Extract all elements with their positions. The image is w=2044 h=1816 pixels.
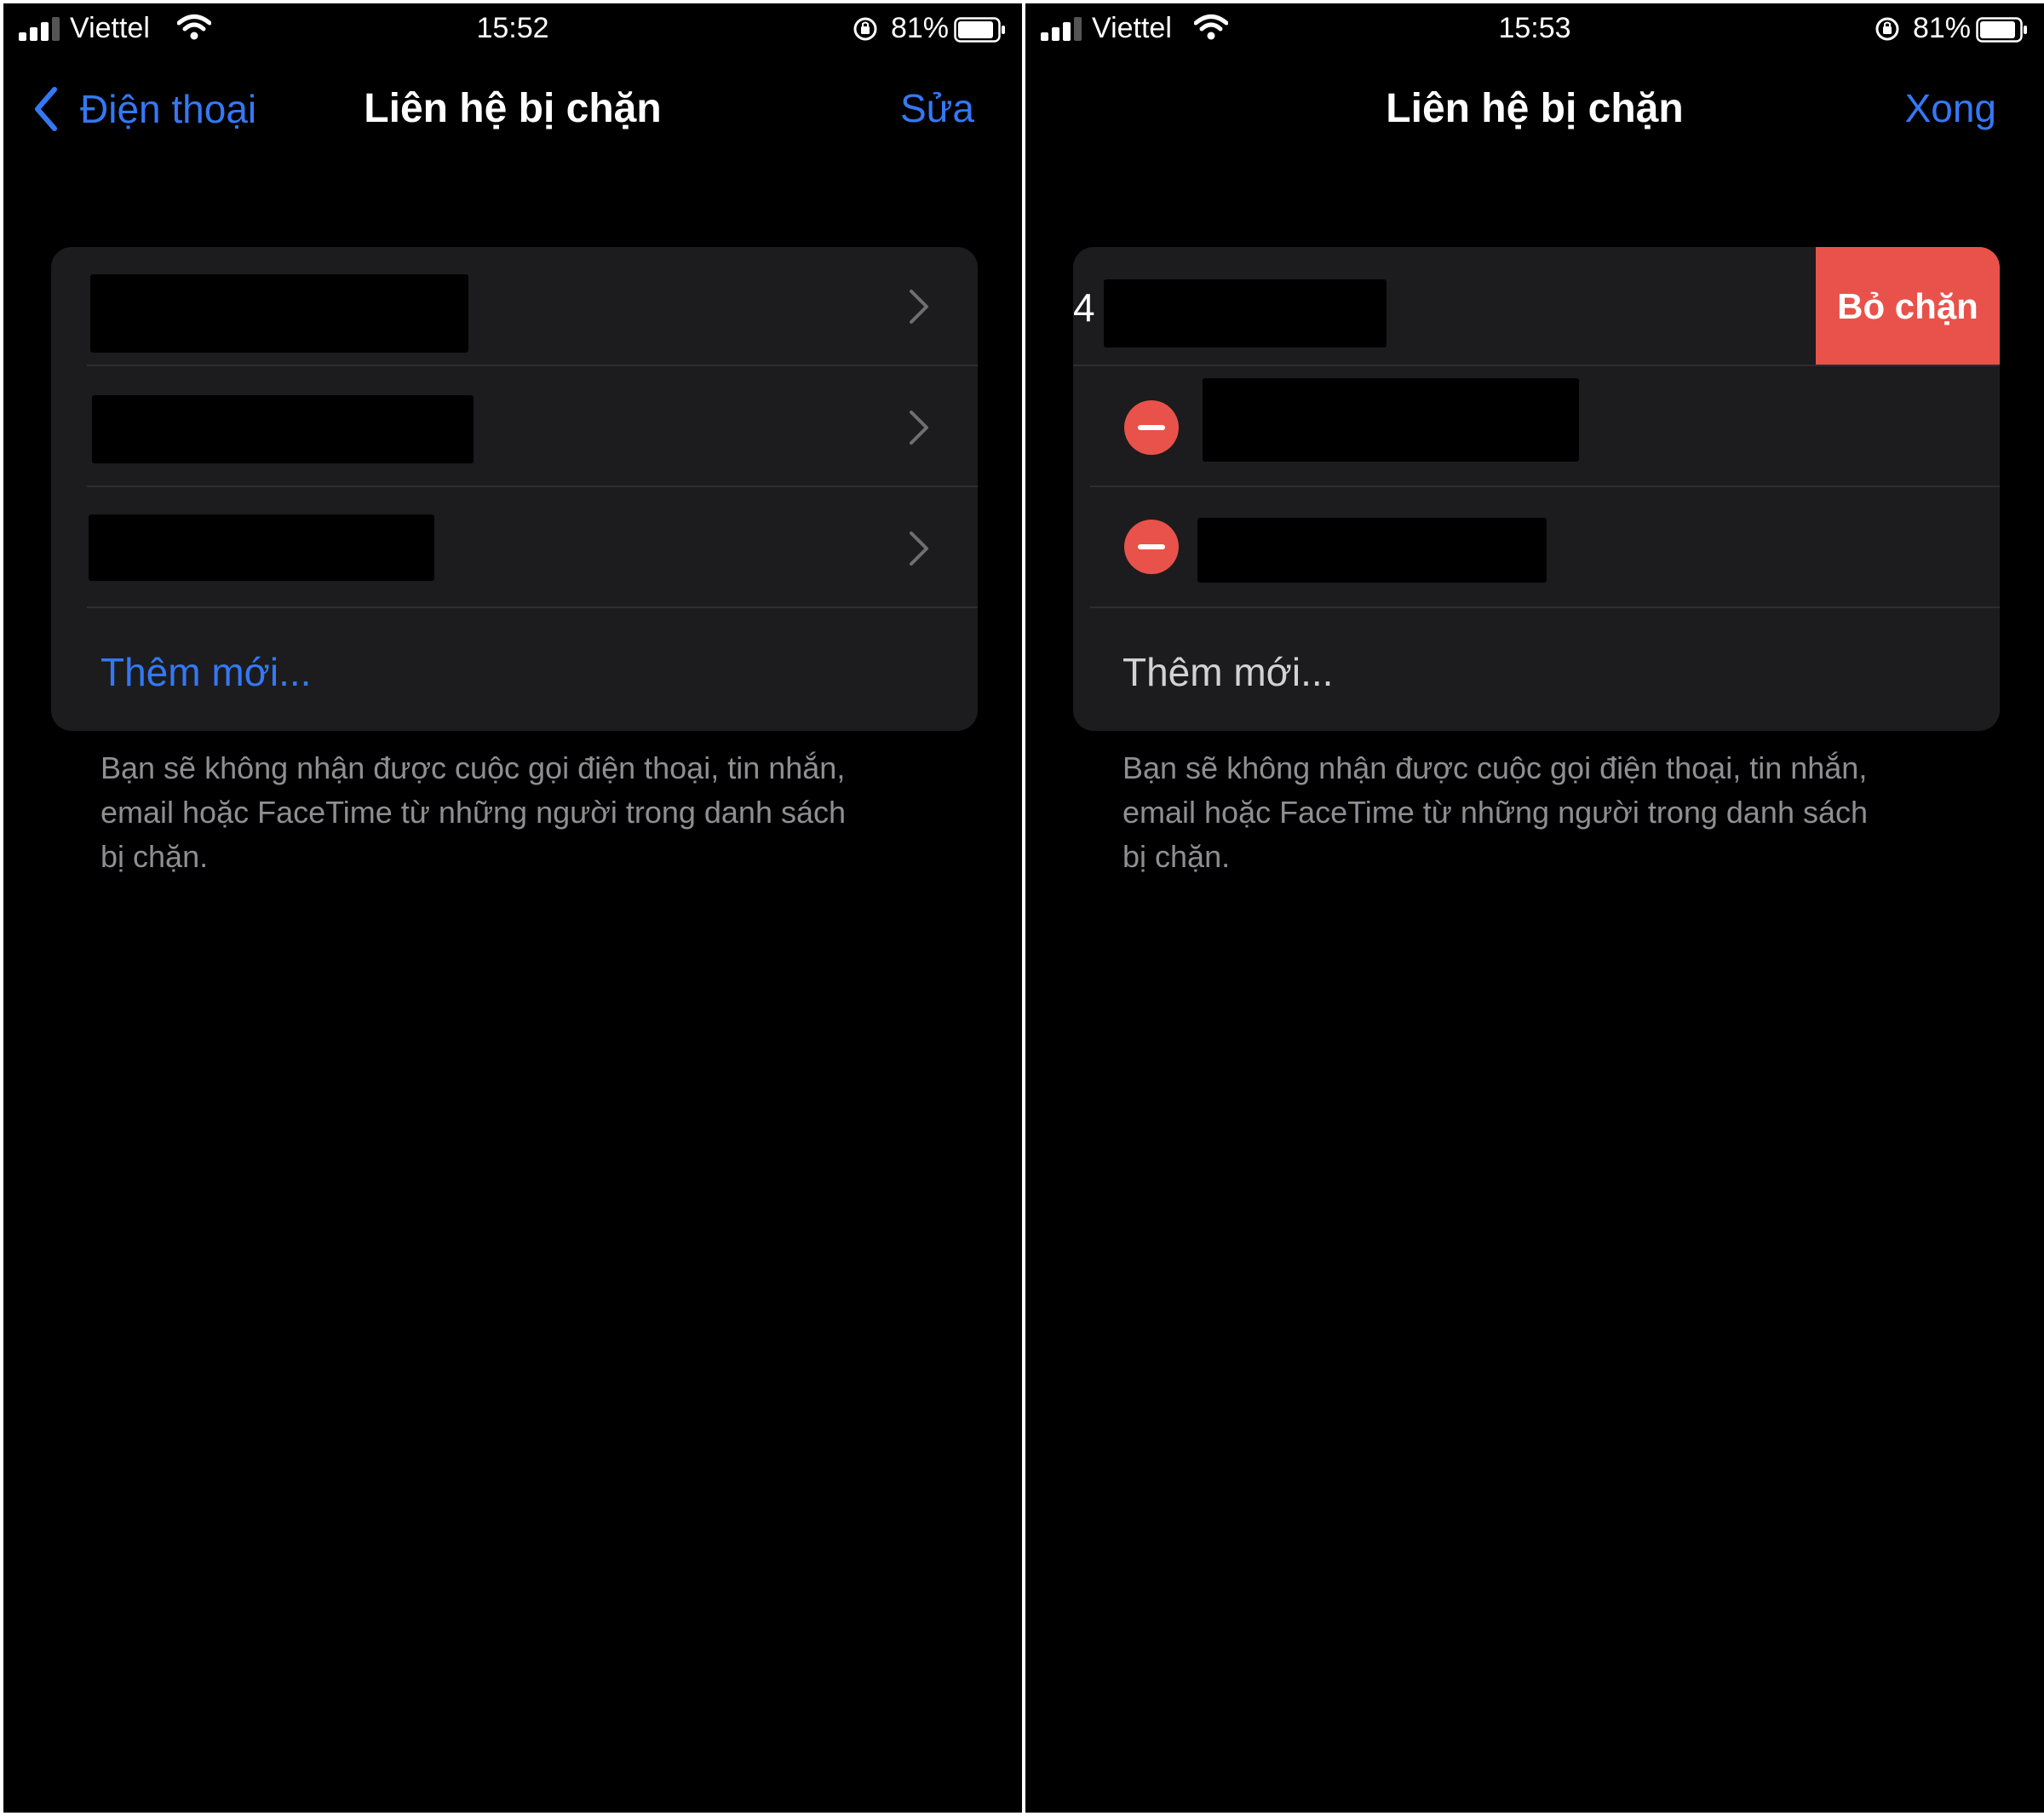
blocked-contact-row[interactable] [1073, 368, 2000, 487]
battery-icon [954, 17, 1005, 43]
minus-circle-icon[interactable] [1124, 400, 1179, 455]
page-title: Liên hệ bị chặn [364, 86, 662, 131]
blocked-contacts-list: Thêm mới... [51, 247, 978, 731]
add-new-row[interactable]: Thêm mới... [1073, 613, 2000, 731]
battery-icon [1976, 17, 2027, 43]
page-title: Liên hệ bị chặn [1386, 86, 1684, 131]
minus-circle-icon[interactable] [1124, 520, 1179, 574]
redacted-contact-name [90, 274, 468, 353]
redacted-contact-name [89, 514, 434, 581]
blocked-contact-row[interactable] [1073, 489, 2000, 608]
add-new-label: Thêm mới... [100, 650, 312, 694]
footnote-line: Bạn sẽ không nhận được cuộc gọi điện tho… [1122, 750, 1868, 785]
footnote-line: email hoặc FaceTime từ những người trong… [100, 795, 847, 830]
footnote-line: email hoặc FaceTime từ những người trong… [1122, 795, 1869, 830]
orientation-lock-icon [853, 17, 877, 41]
screen-left: Viettel 15:52 81% Điện thoại Liên hệ bị … [3, 3, 1022, 1813]
blocked-contact-row[interactable] [51, 247, 978, 366]
chevron-right-icon [910, 290, 928, 324]
redacted-contact-name [1197, 518, 1547, 583]
row-prefix-text: 4 [1073, 285, 1095, 330]
add-new-label: Thêm mới... [1122, 650, 1334, 694]
redacted-contact-name [92, 395, 474, 463]
row-separator [87, 365, 978, 366]
blocked-contact-row[interactable] [51, 489, 978, 608]
orientation-lock-icon [1875, 17, 1899, 41]
battery-percentage: 81% [890, 12, 949, 44]
chevron-right-icon [910, 411, 928, 445]
row-separator [87, 486, 978, 487]
swiped-contact-row[interactable]: 4 Bỏ chặn [1073, 247, 2000, 366]
redacted-contact-name [1104, 279, 1387, 348]
done-button[interactable]: Xong [1905, 85, 1996, 131]
add-new-row[interactable]: Thêm mới... [51, 613, 978, 731]
navigation-bar: Liên hệ bị chặn Xong [1025, 72, 2044, 140]
footnote: Bạn sẽ không nhận được cuộc gọi điện tho… [1122, 746, 1957, 879]
row-separator [1090, 486, 2000, 487]
chevron-right-icon [910, 532, 928, 566]
battery-percentage: 81% [1912, 12, 1971, 44]
screen-right: Viettel 15:53 81% Liên hệ bị chặn Xong 4… [1025, 3, 2044, 1813]
unblock-button[interactable]: Bỏ chặn [1816, 247, 2000, 366]
status-bar: Viettel 15:53 81% [1025, 3, 2044, 55]
row-separator [87, 606, 978, 608]
footnote-line: Bạn sẽ không nhận được cuộc gọi điện tho… [100, 750, 846, 785]
blocked-contacts-list: 4 Bỏ chặn Thêm mới... [1073, 247, 2000, 731]
edit-button[interactable]: Sửa [900, 85, 974, 131]
navigation-bar: Điện thoại Liên hệ bị chặn Sửa [3, 72, 1022, 140]
status-bar: Viettel 15:52 81% [3, 3, 1022, 55]
row-separator [1073, 365, 2000, 366]
redacted-contact-name [1203, 378, 1579, 462]
footnote: Bạn sẽ không nhận được cuộc gọi điện tho… [100, 746, 935, 879]
footnote-line: bị chặn. [1122, 839, 1231, 874]
footnote-line: bị chặn. [100, 839, 209, 874]
row-separator [1090, 606, 2000, 608]
blocked-contact-row[interactable] [51, 368, 978, 487]
